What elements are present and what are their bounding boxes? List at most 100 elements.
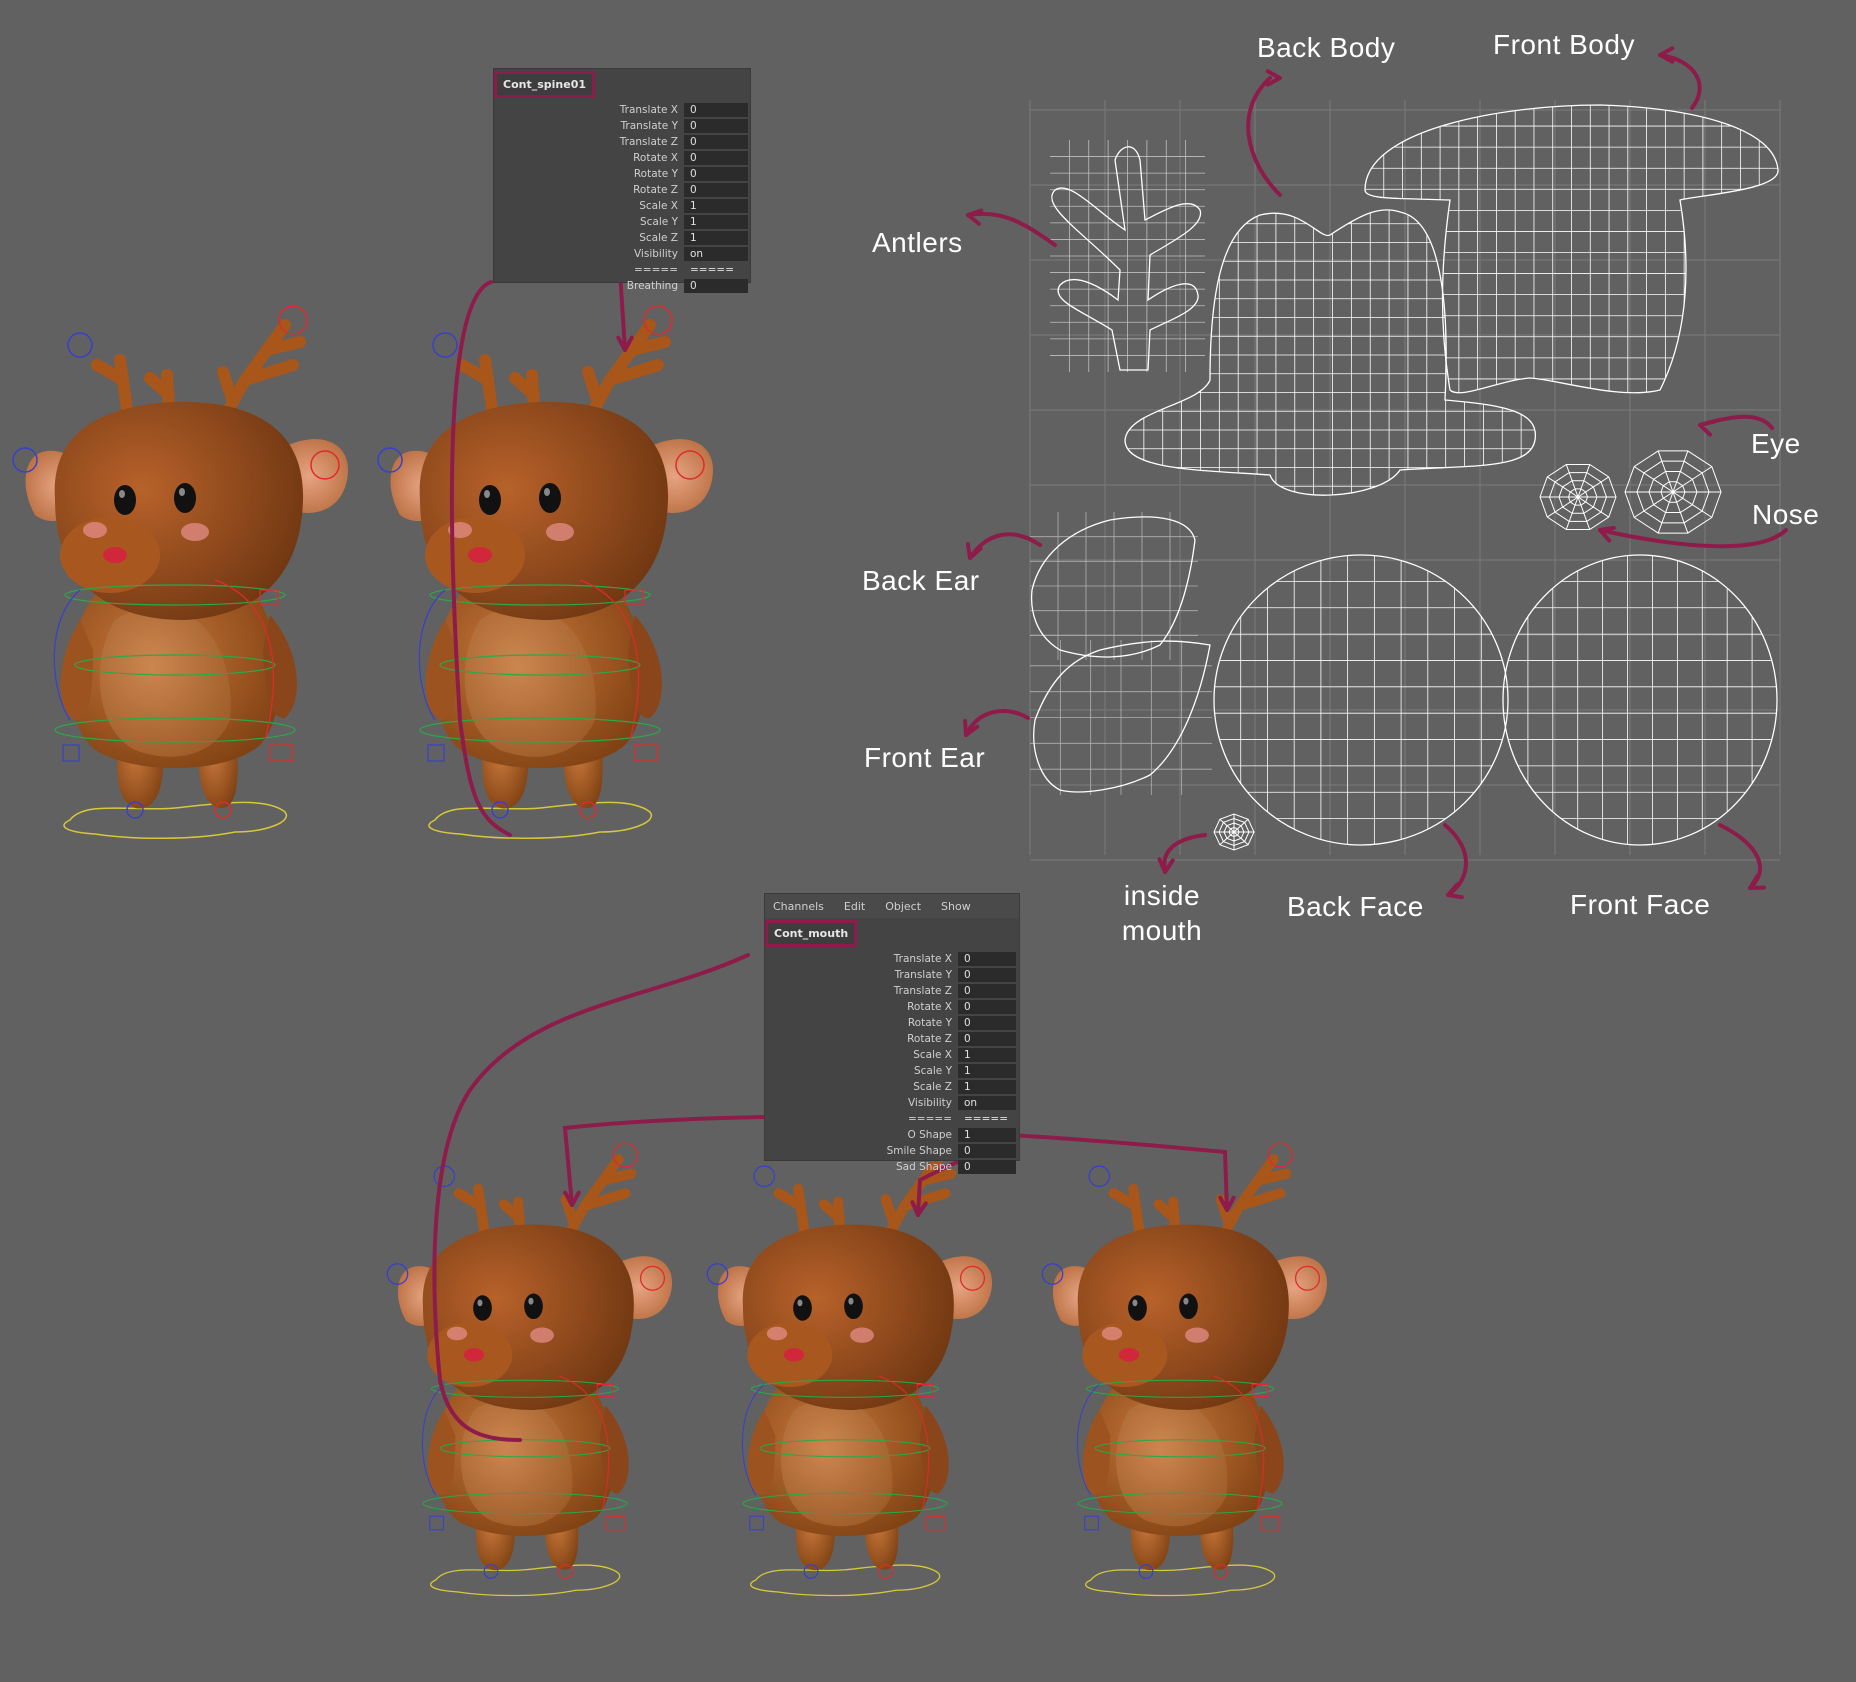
attribute-row[interactable]: Scale X 1 [494, 198, 750, 214]
eye-left [1128, 1295, 1147, 1321]
attribute-value-field[interactable]: 1 [684, 215, 748, 229]
eye-left [473, 1295, 492, 1321]
attribute-row[interactable]: Scale X 1 [765, 1047, 1019, 1063]
object-name-spine[interactable]: Cont_spine01 [494, 71, 596, 98]
attribute-label: Translate X [893, 953, 952, 965]
attribute-row[interactable]: ===== ===== [765, 1111, 1019, 1127]
channel-box-mouth[interactable]: Channels Edit Object Show Cont_mouth Tra… [764, 893, 1020, 1174]
attribute-value-field[interactable]: 0 [684, 103, 748, 117]
uv-front-face-mesh [1503, 555, 1777, 845]
attribute-row[interactable]: Breathing 0 [494, 278, 750, 294]
attribute-value-field[interactable]: 1 [684, 199, 748, 213]
attribute-value-field[interactable]: 1 [958, 1064, 1016, 1078]
attribute-label: Scale Y [913, 1065, 952, 1077]
attribute-value-field[interactable]: ===== [958, 1112, 1016, 1126]
cheek-left [1101, 1326, 1123, 1341]
cheek-right [530, 1327, 554, 1343]
eye-right-highlight [848, 1297, 854, 1305]
attribute-value-field[interactable]: on [958, 1096, 1016, 1110]
attribute-value-field[interactable]: 0 [684, 151, 748, 165]
attribute-label: Rotate X [907, 1001, 952, 1013]
attribute-label: Scale Z [639, 232, 678, 244]
attribute-row[interactable]: Visibility on [494, 246, 750, 262]
attribute-row[interactable]: Scale Z 1 [494, 230, 750, 246]
label-front-face: Front Face [1570, 889, 1711, 920]
attribute-row[interactable]: Translate X 0 [765, 951, 1019, 967]
attribute-row[interactable]: Scale Y 1 [765, 1063, 1019, 1079]
attribute-value-field[interactable]: 0 [684, 135, 748, 149]
menu-channels[interactable]: Channels [773, 900, 824, 913]
attribute-row[interactable]: Scale Z 1 [765, 1079, 1019, 1095]
eye-right [524, 1293, 543, 1320]
attribute-row[interactable]: Sad Shape 0 [765, 1159, 1019, 1175]
cheek-left [83, 522, 107, 538]
attribute-label: Translate Z [893, 985, 952, 997]
attribute-value-field[interactable]: 0 [958, 1160, 1016, 1174]
label-front-body: Front Body [1493, 29, 1635, 60]
attribute-row[interactable]: Scale Y 1 [494, 214, 750, 230]
attribute-row[interactable]: Rotate Y 0 [765, 1015, 1019, 1031]
attribute-label: Rotate Y [633, 168, 678, 180]
eye-left [479, 485, 501, 515]
menu-show[interactable]: Show [941, 900, 971, 913]
channel-box-spine[interactable]: Cont_spine01 Translate X 0 Translate Y 0 Tra… [493, 68, 751, 293]
attribute-value-field[interactable]: 0 [958, 984, 1016, 998]
eye-right-highlight [544, 488, 550, 496]
attribute-value-field[interactable]: 0 [684, 119, 748, 133]
root-control-curve [63, 801, 288, 839]
eye-left-highlight [797, 1299, 803, 1307]
attribute-value-field[interactable]: on [684, 247, 748, 261]
knee-control-right [634, 744, 658, 762]
attribute-value-field[interactable]: 0 [684, 183, 748, 197]
deer-nose [783, 1347, 805, 1362]
cheek-right [546, 523, 574, 541]
label-front-ear: Front Ear [864, 742, 986, 773]
attribute-value-field[interactable]: ===== [684, 263, 748, 277]
attribute-value-field[interactable]: 0 [958, 1032, 1016, 1046]
attribute-row[interactable]: Translate Y 0 [765, 967, 1019, 983]
attribute-row[interactable]: Rotate X 0 [765, 999, 1019, 1015]
knee-control-right [605, 1515, 625, 1531]
attribute-row[interactable]: Translate X 0 [494, 102, 750, 118]
deer-render [1041, 1142, 1328, 1597]
uv-front-face [1502, 554, 1778, 846]
attribute-row[interactable]: Rotate Y 0 [494, 166, 750, 182]
attribute-row[interactable]: Translate Y 0 [494, 118, 750, 134]
attribute-value-field[interactable]: 1 [958, 1128, 1016, 1142]
root-control-curve [430, 1564, 621, 1597]
attribute-row[interactable]: Rotate Z 0 [494, 182, 750, 198]
knee-control-left [429, 1515, 444, 1531]
attribute-row[interactable]: Translate Z 0 [494, 134, 750, 150]
uv-back-face-mesh [1214, 555, 1508, 845]
attribute-value-field[interactable]: 1 [958, 1048, 1016, 1062]
attribute-value-field[interactable]: 0 [958, 968, 1016, 982]
attribute-value-field[interactable]: 0 [958, 1144, 1016, 1158]
attribute-value-field[interactable]: 0 [684, 167, 748, 181]
attribute-list-spine: Translate X 0 Translate Y 0 Translate Z 0 Rota… [494, 102, 750, 294]
menu-edit[interactable]: Edit [844, 900, 865, 913]
attribute-row[interactable]: O Shape 1 [765, 1127, 1019, 1143]
attribute-value-field[interactable]: 0 [958, 952, 1016, 966]
label-back-ear: Back Ear [862, 565, 980, 596]
attribute-value-field[interactable]: 0 [958, 1016, 1016, 1030]
uv-back-ear [1030, 516, 1196, 658]
attribute-row[interactable]: Visibility on [765, 1095, 1019, 1111]
arrow-antlers [966, 211, 1057, 247]
attribute-value-field[interactable]: 0 [958, 1000, 1016, 1014]
object-name-mouth[interactable]: Cont_mouth [765, 920, 858, 947]
attribute-row[interactable]: Rotate Z 0 [765, 1031, 1019, 1047]
attribute-row[interactable]: ===== ===== [494, 262, 750, 278]
attribute-row[interactable]: Rotate X 0 [494, 150, 750, 166]
label-antlers: Antlers [872, 227, 963, 258]
attribute-row[interactable]: Smile Shape 0 [765, 1143, 1019, 1159]
attribute-value-field[interactable]: 0 [684, 279, 748, 293]
deer-nose [1118, 1347, 1140, 1362]
uv-antlers-mesh [1050, 140, 1205, 372]
attribute-row[interactable]: Translate Z 0 [765, 983, 1019, 999]
eye-left-highlight [119, 490, 125, 498]
label-inside-mouth: inside mouth [1112, 878, 1212, 948]
eye-right [539, 483, 561, 513]
attribute-value-field[interactable]: 1 [958, 1080, 1016, 1094]
menu-object[interactable]: Object [885, 900, 921, 913]
attribute-value-field[interactable]: 1 [684, 231, 748, 245]
